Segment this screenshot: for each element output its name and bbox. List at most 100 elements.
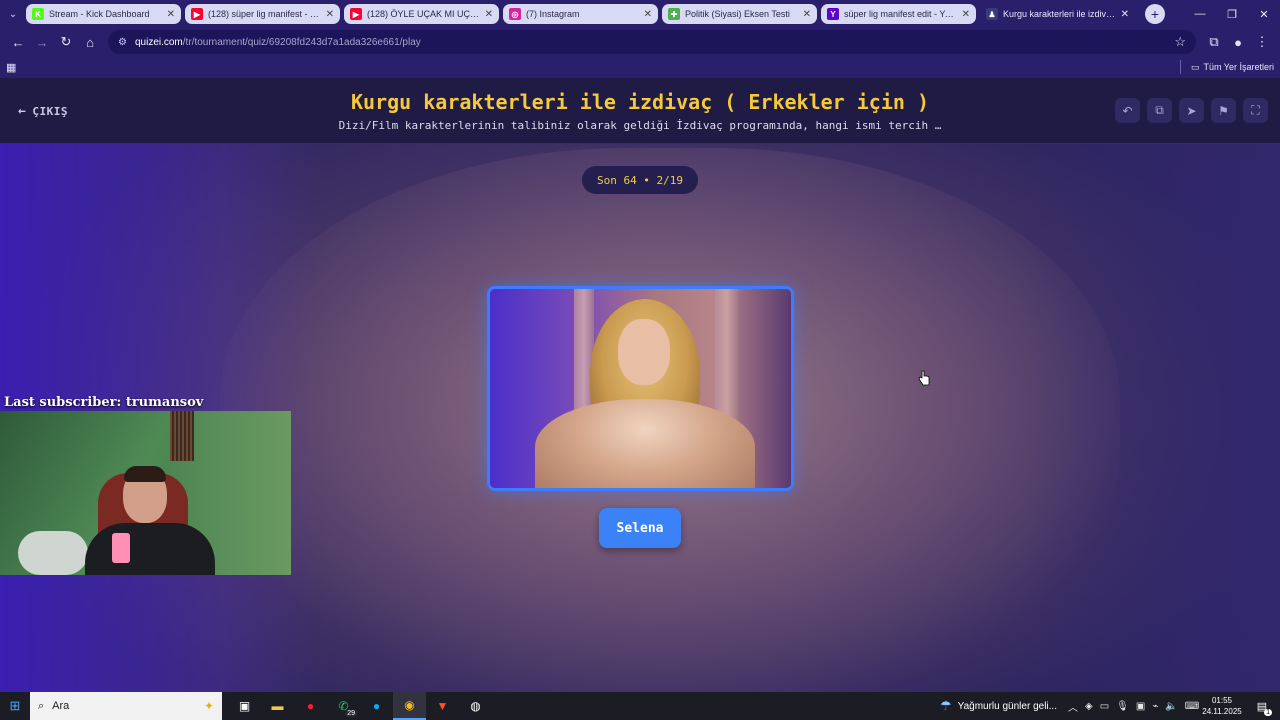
hand-cursor-icon: [918, 370, 930, 386]
reload-icon[interactable]: ↻: [54, 30, 78, 54]
tab-close-icon[interactable]: ✕: [803, 9, 811, 20]
politik-icon: ✚: [668, 8, 680, 20]
taskbar-search[interactable]: ⌕ Ara ✦: [30, 692, 222, 720]
tab-close-icon[interactable]: ✕: [644, 9, 652, 20]
flag-icon[interactable]: ⚑: [1211, 98, 1236, 123]
file-explorer-icon[interactable]: ▬: [261, 692, 294, 720]
rain-umbrella-icon: ☂: [940, 698, 952, 713]
webcam-phone: [112, 533, 130, 563]
quiz-header: ← ÇIKIŞ Kurgu karakterleri ile izdivaç (…: [0, 78, 1280, 144]
copilot-sparkle-icon: ✦: [203, 699, 214, 713]
whatsapp-badge: 29: [345, 710, 357, 717]
tab-close-icon[interactable]: ✕: [485, 9, 493, 20]
volume-icon[interactable]: 🔈: [1165, 701, 1177, 712]
browser-toolbar: ← → ↻ ⌂ ⚙ quizei.com /tr/tournament/quiz…: [0, 28, 1280, 56]
send-icon[interactable]: ➤: [1179, 98, 1204, 123]
url-path: /tr/tournament/quiz/69208fd243d7a1ada326…: [182, 36, 421, 48]
browser-tab[interactable]: K Stream - Kick Dashboard ✕: [26, 4, 181, 24]
bookmark-star-icon[interactable]: ☆: [1174, 34, 1186, 50]
weather-widget[interactable]: ☂ Yağmurlu günler geli...: [940, 692, 1057, 720]
tray-power-icon[interactable]: ⌁: [1152, 701, 1158, 712]
quiz-toolbar: ↶ ⧉ ➤ ⚑ ⛶: [1115, 98, 1268, 123]
browser-tab[interactable]: ▶ (128) süper lig manifest - YouTube ✕: [185, 4, 340, 24]
webcam-wall-hanging: [170, 411, 194, 461]
quiz-subtitle: Dizi/Film karakterlerinin talibiniz olar…: [338, 119, 942, 132]
notification-center-icon[interactable]: ▤ 1: [1252, 692, 1272, 720]
browser-tab-title: süper lig manifest edit - Yahoo: [844, 9, 958, 19]
home-icon[interactable]: ⌂: [78, 30, 102, 54]
minimize-icon[interactable]: —: [1184, 0, 1216, 28]
browser-tab[interactable]: ▶ (128) ÖYLE UÇAK MI UÇAR | ... ✕: [344, 4, 499, 24]
youtube-icon: ▶: [350, 8, 362, 20]
undo-icon[interactable]: ↶: [1115, 98, 1140, 123]
weather-text: Yağmurlu günler geli...: [957, 700, 1057, 712]
browser-tab-title: (128) ÖYLE UÇAK MI UÇAR | ...: [367, 9, 481, 19]
url-host: quizei.com: [134, 36, 183, 48]
tray-chevron-icon[interactable]: ︿: [1068, 699, 1078, 714]
folder-icon: ▭: [1190, 61, 1200, 72]
tab-close-icon[interactable]: ✕: [962, 9, 970, 20]
photo-dress: [535, 399, 755, 488]
quiz-title: Kurgu karakterleri ile izdivaç ( Erkekle…: [351, 90, 929, 114]
obs-icon[interactable]: ◍: [459, 692, 492, 720]
tray-screen-icon[interactable]: ▣: [1136, 701, 1145, 712]
brave-icon[interactable]: ▼: [426, 692, 459, 720]
extensions-icon[interactable]: ⧉: [1202, 30, 1226, 54]
windows-start-icon[interactable]: ⊞: [0, 692, 30, 720]
round-indicator: Son 64 • 2/19: [582, 166, 698, 194]
instagram-icon: ◎: [509, 8, 521, 20]
bookmarks-bar: ▦ ▭ Tüm Yer İşaretleri: [0, 56, 1280, 78]
share-icon[interactable]: ⧉: [1147, 98, 1172, 123]
system-clock[interactable]: 01:55 24.11.2025: [1200, 695, 1244, 717]
taskbar-apps: ▣ ▬ ● ✆ 29 ● ◉ ▼ ◍: [228, 692, 492, 720]
tab-close-icon[interactable]: ✕: [167, 9, 175, 20]
site-info-icon[interactable]: ⚙: [118, 37, 127, 48]
browser-tab-strip: ⌄ K Stream - Kick Dashboard ✕ ▶ (128) süper …: [0, 0, 1280, 28]
opera-icon[interactable]: ●: [294, 692, 327, 720]
forward-icon[interactable]: →: [30, 30, 54, 54]
skype-icon[interactable]: ●: [360, 692, 393, 720]
webcam-pillow: [18, 531, 88, 575]
tray-app-icon[interactable]: ◈: [1085, 701, 1093, 712]
browser-menu-icon[interactable]: ⋮: [1250, 30, 1274, 54]
choose-candidate-button[interactable]: Selena: [599, 508, 681, 548]
task-view-icon[interactable]: ▣: [228, 692, 261, 720]
browser-tab-title: Kurgu karakterleri ile izdivaç (...): [1003, 9, 1117, 19]
back-icon[interactable]: ←: [6, 30, 30, 54]
windows-taskbar: ⊞ ⌕ Ara ✦ ▣ ▬ ● ✆ 29 ● ◉ ▼ ◍ ☂ Yağmurlu g…: [0, 692, 1280, 720]
system-tray: ︿ ◈ ▭ 🎙 ▣ ⌁ 🔈 ⌨: [1068, 692, 1199, 720]
browser-tab[interactable]: ✚ Politik (Siyasi) Eksen Testi ✕: [662, 4, 817, 24]
microphone-icon[interactable]: 🎙: [1116, 701, 1129, 712]
clock-time: 01:55: [1211, 696, 1233, 705]
candidate-image-card[interactable]: [487, 286, 794, 491]
tab-close-icon[interactable]: ✕: [1121, 9, 1129, 20]
browser-tab-title: Stream - Kick Dashboard: [49, 9, 150, 19]
tray-display-icon[interactable]: ▭: [1100, 701, 1109, 712]
chrome-icon[interactable]: ◉: [393, 692, 426, 720]
close-window-icon[interactable]: ✕: [1248, 0, 1280, 28]
keyboard-icon[interactable]: ⌨: [1185, 701, 1199, 712]
whatsapp-icon[interactable]: ✆ 29: [327, 692, 360, 720]
profile-avatar[interactable]: ●: [1226, 30, 1250, 54]
yahoo-icon: Y: [827, 8, 839, 20]
fullscreen-icon[interactable]: ⛶: [1243, 98, 1268, 123]
window-controls: — ❐ ✕: [1184, 0, 1280, 28]
webcam-person-hair: [124, 466, 166, 482]
tab-search-chevron-icon[interactable]: ⌄: [0, 0, 26, 28]
address-bar[interactable]: ⚙ quizei.com /tr/tournament/quiz/69208fd…: [108, 30, 1196, 54]
browser-tab[interactable]: ◎ (7) Instagram ✕: [503, 4, 658, 24]
kick-icon: K: [32, 8, 44, 20]
new-tab-button[interactable]: +: [1145, 4, 1165, 24]
clock-date: 24.11.2025: [1202, 707, 1242, 716]
browser-tab[interactable]: Ysüper lig manifest edit - Yahoo ✕: [821, 4, 976, 24]
apps-grid-icon[interactable]: ▦: [6, 61, 16, 74]
search-icon: ⌕: [38, 699, 45, 712]
browser-tab[interactable]: ♟ Kurgu karakterleri ile izdivaç (...) ✕: [980, 4, 1135, 24]
browser-tab-title: Politik (Siyasi) Eksen Testi: [685, 9, 790, 19]
last-subscriber-label: Last subscriber: trumansov: [4, 395, 204, 410]
quiz-page: ← ÇIKIŞ Kurgu karakterleri ile izdivaç (…: [0, 78, 1280, 692]
notification-count: 1: [1264, 709, 1272, 716]
all-bookmarks-button[interactable]: ▭ Tüm Yer İşaretleri: [1179, 60, 1274, 74]
restore-icon[interactable]: ❐: [1216, 0, 1248, 28]
tab-close-icon[interactable]: ✕: [326, 9, 334, 20]
